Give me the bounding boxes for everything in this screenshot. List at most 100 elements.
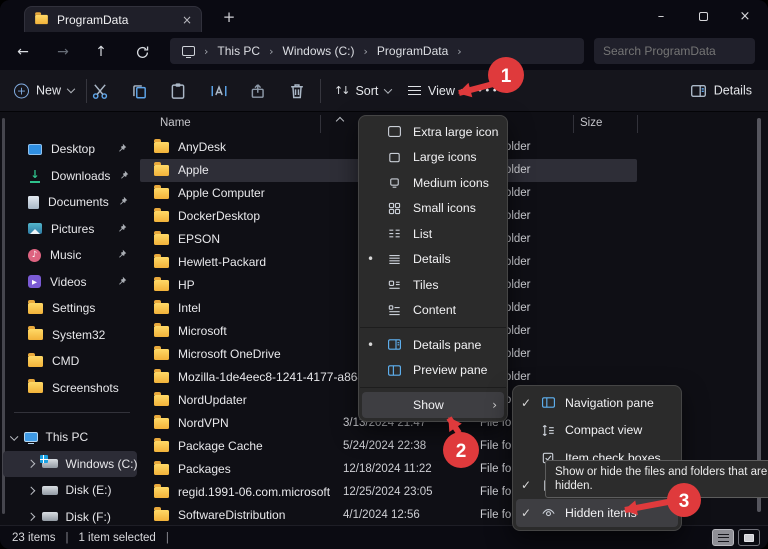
folder-icon: [28, 329, 43, 340]
breadcrumb-item-programdata[interactable]: ProgramData: [377, 44, 448, 58]
menu-item-details-pane[interactable]: • Details pane: [359, 332, 507, 358]
sidebar-item-videos[interactable]: ▶ Videos: [0, 269, 140, 296]
menu-item-show[interactable]: Show ›: [362, 392, 504, 418]
menu-item-content[interactable]: Content: [359, 298, 507, 324]
small-icons-icon: [387, 201, 413, 216]
details-toggle-button[interactable]: Details: [690, 82, 752, 99]
maximize-button[interactable]: [682, 0, 724, 32]
rename-button[interactable]: [210, 82, 228, 100]
medium-icons-icon: [387, 175, 413, 190]
column-divider[interactable]: [573, 115, 574, 133]
menu-item-extra-large-icons[interactable]: Extra large icons: [359, 119, 507, 145]
submenu-item-compact-view[interactable]: Compact view: [513, 417, 681, 445]
folder-icon: [28, 303, 43, 314]
delete-button[interactable]: [288, 82, 306, 100]
sidebar-item-system32[interactable]: System32: [0, 322, 140, 349]
column-divider[interactable]: [320, 115, 321, 133]
menu-item-small-icons[interactable]: Small icons: [359, 196, 507, 222]
list-scrollbar[interactable]: [757, 118, 761, 512]
paste-button[interactable]: [169, 82, 187, 100]
folder-icon: [154, 234, 169, 245]
menu-item-tiles[interactable]: Tiles: [359, 272, 507, 298]
tree-item-windows-c[interactable]: Windows (C:): [3, 451, 137, 478]
tree-item-disk-e[interactable]: Disk (E:): [0, 477, 140, 504]
check-icon: ✓: [521, 506, 541, 520]
sidebar-item-settings[interactable]: Settings: [0, 295, 140, 322]
pin-icon: [117, 248, 127, 262]
this-pc-icon: [24, 432, 38, 442]
tab-close-icon[interactable]: ×: [182, 13, 192, 27]
details-view-icon: [718, 534, 729, 542]
folder-icon: [154, 487, 169, 498]
close-button[interactable]: ×: [724, 0, 766, 32]
share-icon: [249, 82, 267, 100]
sidebar-item-downloads[interactable]: ↓ Downloads: [0, 163, 140, 190]
sidebar-item-desktop[interactable]: Desktop: [0, 136, 140, 163]
tiles-view-icon: [387, 277, 413, 292]
menu-item-list[interactable]: List: [359, 221, 507, 247]
submenu-item-navigation-pane[interactable]: ✓ Navigation pane: [513, 389, 681, 417]
copy-button[interactable]: [130, 82, 148, 100]
new-button[interactable]: + New: [14, 83, 74, 98]
column-header-name[interactable]: Name: [160, 117, 191, 129]
menu-item-large-icons[interactable]: Large icons: [359, 145, 507, 171]
delete-icon: [288, 82, 306, 100]
forward-button[interactable]: →: [51, 40, 75, 64]
minimize-button[interactable]: –: [640, 0, 682, 32]
menu-separator: [360, 387, 506, 388]
column-header-size[interactable]: Size: [580, 117, 602, 129]
details-toggle-label: Details: [714, 84, 752, 98]
window-controls: – ×: [640, 0, 766, 32]
chevron-down-icon[interactable]: [10, 432, 18, 440]
details-pane-icon: [387, 337, 413, 352]
videos-icon: ▶: [28, 275, 41, 288]
breadcrumb-separator: ›: [457, 45, 461, 58]
chevron-right-icon[interactable]: [27, 513, 35, 521]
refresh-icon: [135, 45, 150, 60]
details-view-toggle[interactable]: [712, 529, 734, 546]
tree-item-this-pc[interactable]: This PC: [0, 424, 140, 451]
refresh-button[interactable]: [130, 40, 154, 64]
menu-item-preview-pane[interactable]: Preview pane: [359, 358, 507, 384]
view-button[interactable]: View: [408, 84, 468, 98]
back-button[interactable]: ←: [11, 40, 35, 64]
cut-button[interactable]: [91, 82, 109, 100]
toolbar-divider: [86, 79, 87, 103]
sidebar-item-screenshots[interactable]: Screenshots: [0, 375, 140, 402]
menu-item-medium-icons[interactable]: Medium icons: [359, 170, 507, 196]
check-icon: ✓: [521, 478, 541, 492]
folder-icon: [154, 395, 169, 406]
folder-icon: [154, 372, 169, 383]
view-icon: [408, 86, 421, 95]
breadcrumb-separator: ›: [204, 45, 208, 58]
view-button-label: View: [428, 84, 455, 98]
breadcrumb-item-this-pc[interactable]: This PC: [217, 44, 260, 58]
chevron-right-icon[interactable]: [27, 460, 35, 468]
chevron-right-icon[interactable]: [27, 486, 35, 494]
app-tab[interactable]: ProgramData ×: [24, 6, 202, 32]
bullet-indicator: •: [367, 252, 387, 266]
window-titlebar: ProgramData × + – ×: [0, 0, 768, 32]
sidebar-item-cmd[interactable]: CMD: [0, 348, 140, 375]
up-button[interactable]: ↑: [89, 40, 113, 64]
submenu-item-hidden-items[interactable]: ✓ Hidden items: [516, 499, 678, 527]
status-divider: |: [65, 532, 68, 544]
sort-button[interactable]: ↑↓ Sort: [334, 84, 391, 98]
search-input[interactable]: [603, 44, 758, 58]
documents-icon: [28, 196, 39, 209]
search-box[interactable]: [594, 38, 755, 64]
pin-icon: [117, 142, 127, 156]
breadcrumb-item-windows-c[interactable]: Windows (C:): [283, 44, 355, 58]
new-tab-button[interactable]: +: [216, 5, 242, 29]
column-divider[interactable]: [637, 115, 638, 133]
command-bar: + New ↑↓ Sort View: [0, 70, 768, 112]
sidebar-item-music[interactable]: ♪ Music: [0, 242, 140, 269]
sidebar-item-pictures[interactable]: Pictures: [0, 216, 140, 243]
paste-icon: [169, 82, 187, 100]
sidebar-item-documents[interactable]: Documents: [0, 189, 140, 216]
more-button[interactable]: •••: [477, 85, 499, 96]
thumbnail-view-toggle[interactable]: [738, 529, 760, 546]
share-button[interactable]: [249, 82, 267, 100]
tooltip-line-1: Show or hide the files and folders that …: [555, 465, 768, 479]
menu-item-details[interactable]: • Details: [359, 247, 507, 273]
